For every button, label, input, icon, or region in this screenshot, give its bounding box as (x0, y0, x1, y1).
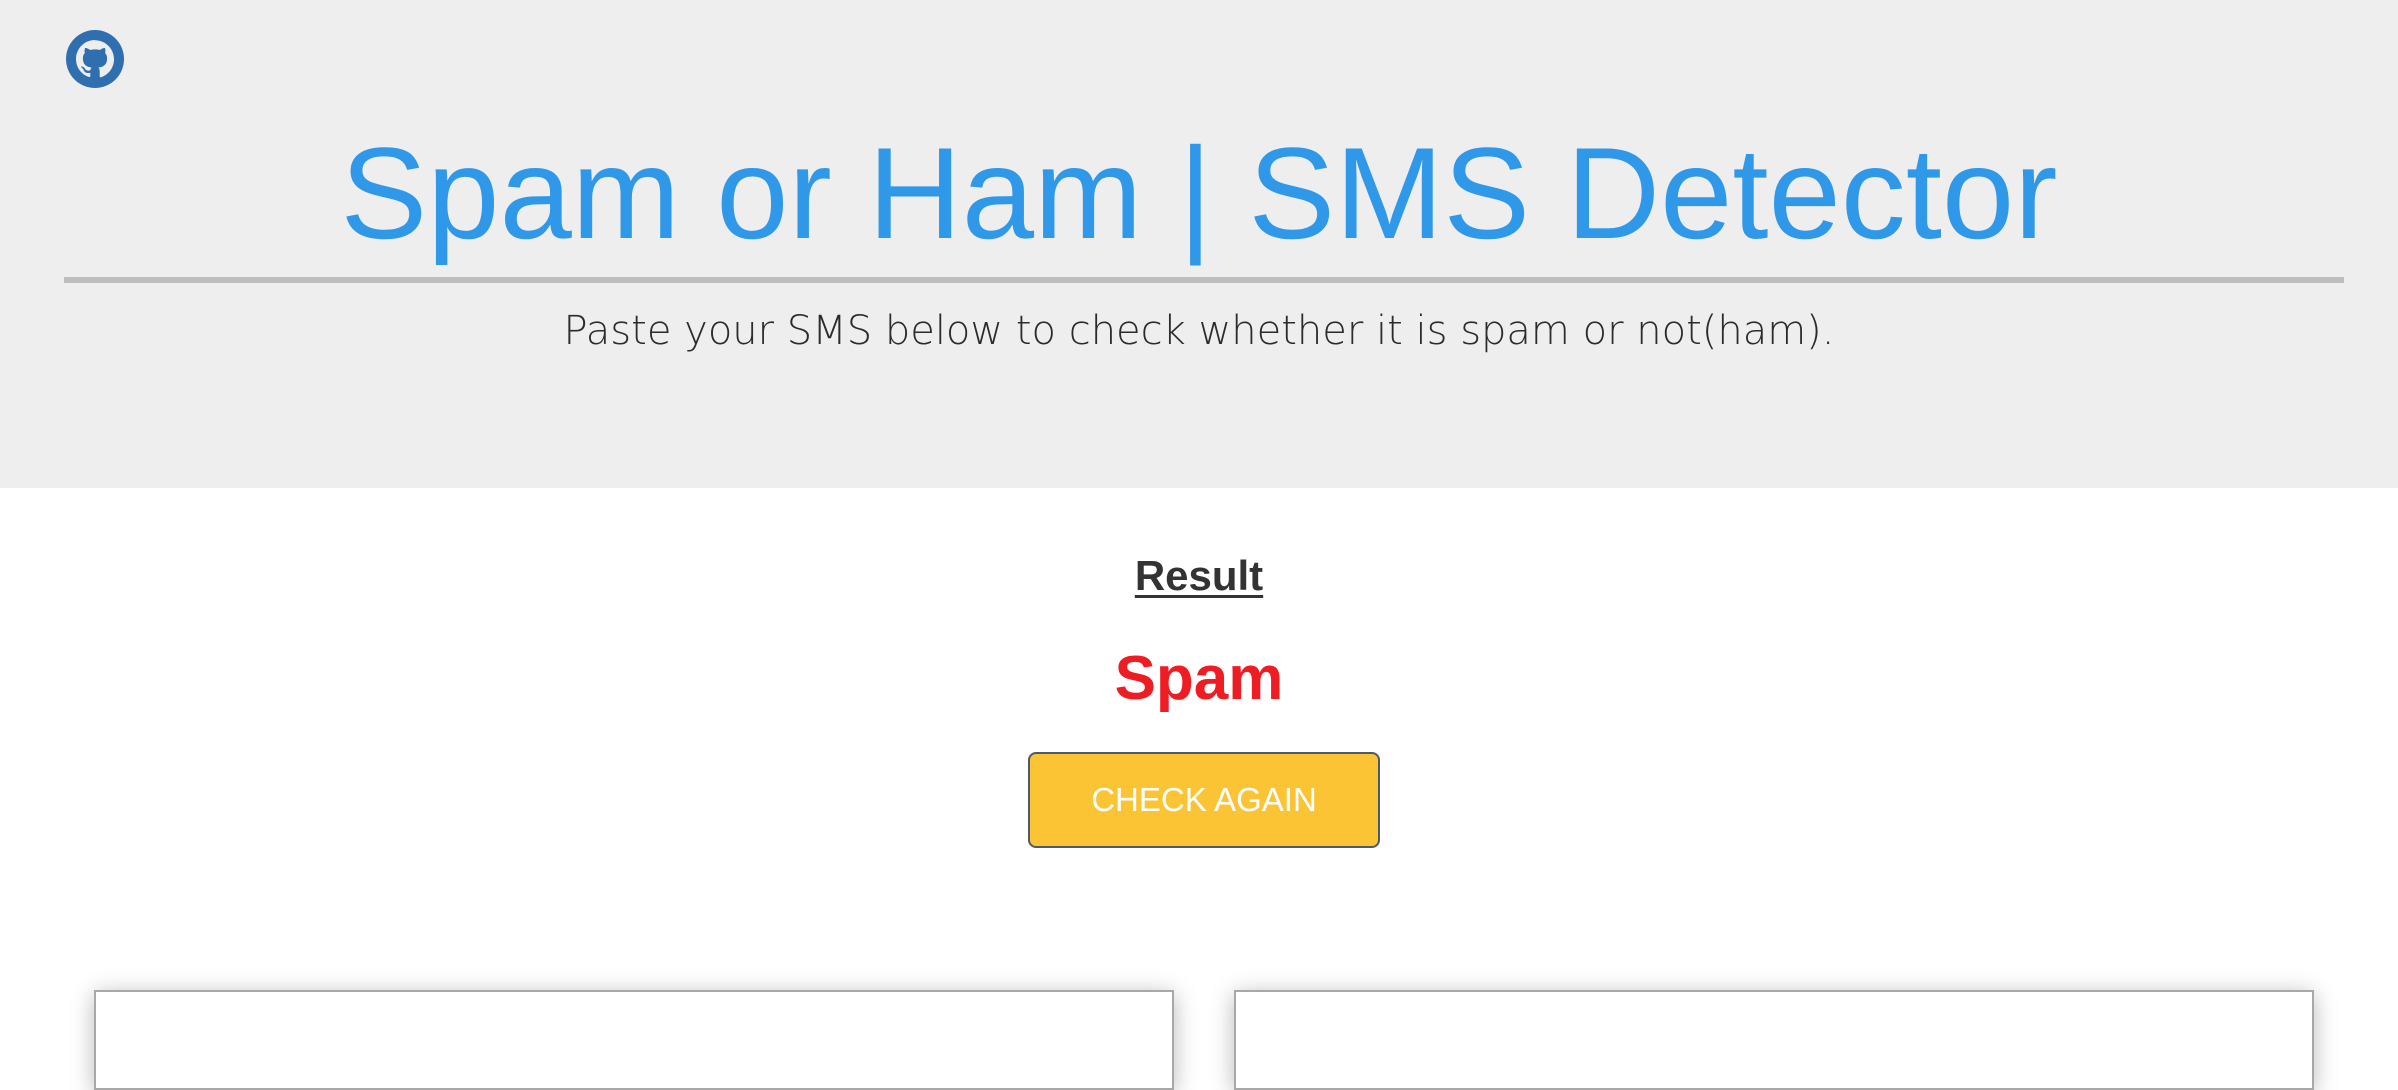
github-link[interactable] (66, 30, 124, 88)
github-icon (66, 30, 124, 88)
title-divider (64, 277, 2344, 283)
page-title: Spam or Ham | SMS Detector (340, 120, 2058, 266)
result-value: Spam (1114, 644, 1284, 713)
page-header: Spam or Ham | SMS Detector Paste your SM… (0, 0, 2398, 488)
left-card (94, 990, 1174, 1090)
page-subtitle: Paste your SMS below to check whether it… (563, 308, 1835, 354)
result-heading: Result (1134, 552, 1264, 599)
check-again-button[interactable]: CHECK AGAIN (1028, 752, 1380, 848)
right-card (1234, 990, 2314, 1090)
